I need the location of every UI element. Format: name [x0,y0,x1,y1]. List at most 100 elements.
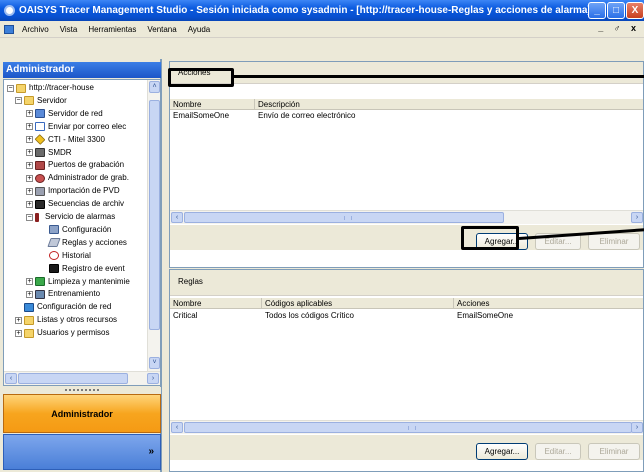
table-row[interactable]: Critical Todos los códigos Crítico Email… [170,310,643,321]
tree-item-label: Importación de PVD [48,186,120,196]
tree-item[interactable]: + Importación de PVD [26,185,120,197]
tree-item[interactable]: Historial [40,250,91,262]
menu-ayuda[interactable]: Ayuda [188,25,211,34]
rule-actions: EmailSomeOne [457,311,514,320]
scroll-left-icon[interactable]: ‹ [5,373,17,384]
menu-bar: Archivo Vista Herramientas Ventana Ayuda… [0,21,644,38]
actions-panel: Acciones Nombre Descripción EmailSomeOne… [169,61,644,268]
rules-add-button[interactable]: Agregar... [476,443,528,460]
column-header-nombre[interactable]: Nombre [170,99,255,110]
expand-icon[interactable]: + [26,149,33,156]
minimize-button[interactable]: _ [588,2,606,19]
scroll-left-icon[interactable]: ‹ [171,422,183,433]
tree-item-label: Registro de event [62,263,125,273]
scroll-right-icon[interactable]: › [147,373,159,384]
close-button[interactable]: X [626,2,644,19]
expand-icon[interactable]: + [26,136,33,144]
tree-item[interactable]: + Secuencias de archiv [26,198,124,210]
tree-item[interactable]: + Entrenamiento [26,288,100,300]
scroll-thumb[interactable] [18,373,128,384]
menu-archivo[interactable]: Archivo [22,25,49,34]
menu-ventana[interactable]: Ventana [147,25,176,34]
tree-item[interactable]: Configuración de red [15,301,111,313]
actions-add-button[interactable]: Agregar... [476,233,528,250]
splitter-grip[interactable] [3,387,161,394]
tree-item-label: SMDR [48,147,72,157]
pvd-import-icon [35,186,45,196]
expand-icon[interactable]: + [26,187,33,195]
cleanup-icon [35,277,45,286]
menu-vista[interactable]: Vista [60,25,78,34]
scroll-thumb[interactable] [184,212,504,223]
scroll-down-icon[interactable]: ˅ [149,357,160,369]
tree-item[interactable]: Registro de event [40,263,125,275]
collapse-icon[interactable]: − [7,84,14,92]
tree-horizontal-scrollbar[interactable]: ‹ › [4,371,160,385]
tree-item[interactable]: − http://tracer-house [7,82,94,94]
tree-item-label: Configuración [62,224,112,234]
column-header-acciones[interactable]: Acciones [454,298,643,309]
tree-item-label: Reglas y acciones [62,237,127,247]
folder-icon [24,315,34,325]
tree-item-label: Administrador de grab. [48,173,129,183]
column-header-codigos[interactable]: Códigos aplicables [262,298,454,309]
nav-administrador-button[interactable]: Administrador [3,394,161,433]
scroll-right-icon[interactable]: › [631,422,643,433]
mdi-controls[interactable]: _ ♂ x [598,23,640,33]
expand-icon[interactable]: + [26,110,33,118]
tree-vertical-scrollbar[interactable]: ˄ ˅ [147,80,160,371]
expand-icon[interactable]: + [26,290,33,298]
expand-icon[interactable]: + [26,174,33,182]
scroll-up-icon[interactable]: ˄ [149,81,160,93]
tree-item[interactable]: + SMDR [26,147,72,159]
training-icon [35,289,45,299]
tree-item-label: Entrenamiento [48,289,101,299]
document-icon[interactable] [4,24,14,34]
tree-item[interactable]: + Puertos de grabación [26,159,124,171]
expand-icon[interactable]: + [26,278,33,285]
action-description: Envío de correo electrónico [258,111,356,120]
tree-item[interactable]: + Usuarios y permisos [15,327,109,339]
tree-item[interactable]: − Servicio de alarmas [26,211,115,223]
tree-item[interactable]: Configuración [40,224,111,236]
tree-item[interactable]: + Administrador de grab. [26,172,129,184]
callout-line [234,75,644,78]
expand-icon[interactable]: + [26,200,33,208]
tree-item[interactable]: + Servidor de red [26,108,103,120]
collapse-icon[interactable]: − [15,97,22,105]
tree-item[interactable]: + CTI - Mitel 3300 [26,134,105,146]
rules-horizontal-scrollbar[interactable]: ‹ › [170,420,643,434]
scroll-right-icon[interactable]: › [631,212,643,223]
column-header-nombre[interactable]: Nombre [170,298,262,309]
scroll-thumb[interactable] [184,422,632,433]
rules-delete-button[interactable]: Eliminar [588,443,640,460]
expand-icon[interactable]: + [15,316,22,324]
actions-delete-button[interactable]: Eliminar [588,233,640,250]
tree-item[interactable]: + Enviar por correo elec [26,121,126,133]
actions-title: Acciones [178,68,211,77]
menu-herramientas[interactable]: Herramientas [88,25,136,34]
smdr-icon [35,148,45,157]
window-title: OAISYS Tracer Management Studio - Sesión… [19,5,591,16]
expand-icon[interactable]: + [26,161,33,169]
collapse-icon[interactable]: − [26,213,33,221]
column-header-descripcion[interactable]: Descripción [255,99,643,110]
rules-edit-button[interactable]: Editar... [535,443,581,460]
scroll-left-icon[interactable]: ‹ [171,212,183,223]
table-row[interactable]: EmailSomeOne Envío de correo electrónico [170,110,643,121]
tree-item-label: Usuarios y permisos [37,328,110,338]
actions-horizontal-scrollbar[interactable]: ‹ › [170,210,643,224]
tree-item-label: Servidor de red [48,108,103,118]
scroll-thumb[interactable] [149,100,160,330]
alarm-service-icon [35,212,39,222]
expand-icon[interactable]: + [26,123,33,131]
tree-item[interactable]: + Limpieza y mantenimie [26,276,130,288]
tree-item[interactable]: − Servidor [15,95,67,107]
maximize-button[interactable]: □ [607,2,625,19]
chevron-right-icon[interactable]: » [148,446,154,457]
expand-icon[interactable]: + [15,329,22,337]
app-icon [4,5,15,16]
tree-item[interactable]: + Listas y otros recursos [15,314,117,326]
network-server-icon [35,109,45,119]
tree-item[interactable]: Reglas y acciones [40,237,127,249]
